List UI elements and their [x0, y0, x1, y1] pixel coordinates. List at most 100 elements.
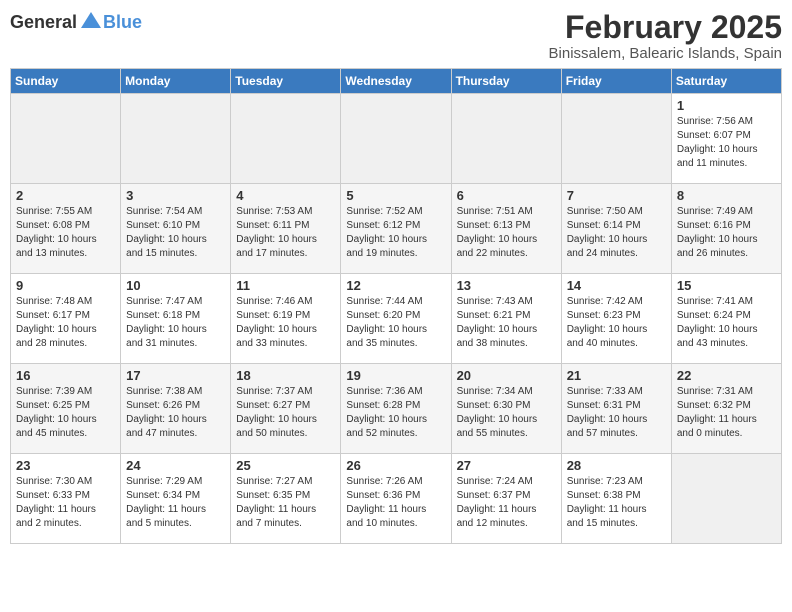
calendar-cell: 1 Sunrise: 7:56 AM Sunset: 6:07 PM Daylig…	[671, 94, 781, 184]
logo: General Blue	[10, 10, 142, 34]
day-number: 18	[236, 368, 335, 383]
day-number: 15	[677, 278, 776, 293]
calendar-cell	[451, 94, 561, 184]
day-number: 3	[126, 188, 225, 203]
day-number: 10	[126, 278, 225, 293]
calendar-cell: 15 Sunrise: 7:41 AM Sunset: 6:24 PM Dayli…	[671, 274, 781, 364]
day-info: Sunrise: 7:52 AM Sunset: 6:12 PM Dayligh…	[346, 205, 445, 261]
day-number: 24	[126, 458, 225, 473]
calendar-header-wednesday: Wednesday	[341, 69, 451, 94]
calendar-cell: 17 Sunrise: 7:38 AM Sunset: 6:26 PM Dayli…	[121, 364, 231, 454]
calendar-cell: 11Sunrise: 7:46 AM Sunset: 6:19 PM Dayli…	[231, 274, 341, 364]
day-number: 13	[457, 278, 556, 293]
day-number: 14	[567, 278, 666, 293]
calendar-cell: 18 Sunrise: 7:37 AM Sunset: 6:27 PM Dayli…	[231, 364, 341, 454]
day-number: 7	[567, 188, 666, 203]
day-info: Sunrise: 7:43 AM Sunset: 6:21 PM Dayligh…	[457, 295, 556, 351]
day-info: Sunrise: 7:41 AM Sunset: 6:24 PM Dayligh…	[677, 295, 776, 351]
logo-icon	[79, 10, 103, 34]
month-title: February 2025	[549, 10, 782, 45]
day-info: Sunrise: 7:37 AM Sunset: 6:27 PM Dayligh…	[236, 385, 335, 441]
calendar-cell: 9 Sunrise: 7:48 AM Sunset: 6:17 PM Daylig…	[11, 274, 121, 364]
calendar-cell: 22Sunrise: 7:31 AM Sunset: 6:32 PM Dayli…	[671, 364, 781, 454]
day-info: Sunrise: 7:47 AM Sunset: 6:18 PM Dayligh…	[126, 295, 225, 351]
day-number: 19	[346, 368, 445, 383]
day-info: Sunrise: 7:55 AM Sunset: 6:08 PM Dayligh…	[16, 205, 115, 261]
day-info: Sunrise: 7:24 AM Sunset: 6:37 PM Dayligh…	[457, 475, 556, 531]
calendar-cell: 2 Sunrise: 7:55 AM Sunset: 6:08 PM Daylig…	[11, 184, 121, 274]
calendar-cell: 25Sunrise: 7:27 AM Sunset: 6:35 PM Dayli…	[231, 454, 341, 544]
calendar-week-5: 23 Sunrise: 7:30 AM Sunset: 6:33 PM Dayli…	[11, 454, 782, 544]
calendar-cell: 20 Sunrise: 7:34 AM Sunset: 6:30 PM Dayli…	[451, 364, 561, 454]
day-number: 22	[677, 368, 776, 383]
day-info: Sunrise: 7:39 AM Sunset: 6:25 PM Dayligh…	[16, 385, 115, 441]
calendar-body: 1 Sunrise: 7:56 AM Sunset: 6:07 PM Daylig…	[11, 94, 782, 544]
calendar-cell	[671, 454, 781, 544]
day-info: Sunrise: 7:33 AM Sunset: 6:31 PM Dayligh…	[567, 385, 666, 441]
day-info: Sunrise: 7:56 AM Sunset: 6:07 PM Dayligh…	[677, 115, 776, 171]
day-info: Sunrise: 7:38 AM Sunset: 6:26 PM Dayligh…	[126, 385, 225, 441]
calendar-week-2: 2 Sunrise: 7:55 AM Sunset: 6:08 PM Daylig…	[11, 184, 782, 274]
day-info: Sunrise: 7:30 AM Sunset: 6:33 PM Dayligh…	[16, 475, 115, 531]
day-number: 23	[16, 458, 115, 473]
calendar-cell: 28 Sunrise: 7:23 AM Sunset: 6:38 PM Dayli…	[561, 454, 671, 544]
calendar-cell	[561, 94, 671, 184]
calendar-header-friday: Friday	[561, 69, 671, 94]
calendar-cell: 13 Sunrise: 7:43 AM Sunset: 6:21 PM Dayli…	[451, 274, 561, 364]
title-block: February 2025 Binissalem, Balearic Islan…	[549, 10, 782, 62]
day-info: Sunrise: 7:50 AM Sunset: 6:14 PM Dayligh…	[567, 205, 666, 261]
day-info: Sunrise: 7:48 AM Sunset: 6:17 PM Dayligh…	[16, 295, 115, 351]
day-number: 27	[457, 458, 556, 473]
day-number: 28	[567, 458, 666, 473]
logo-blue: Blue	[103, 12, 142, 33]
calendar-header-monday: Monday	[121, 69, 231, 94]
day-info: Sunrise: 7:23 AM Sunset: 6:38 PM Dayligh…	[567, 475, 666, 531]
day-number: 2	[16, 188, 115, 203]
calendar-cell: 5 Sunrise: 7:52 AM Sunset: 6:12 PM Daylig…	[341, 184, 451, 274]
day-info: Sunrise: 7:53 AM Sunset: 6:11 PM Dayligh…	[236, 205, 335, 261]
calendar-cell: 14 Sunrise: 7:42 AM Sunset: 6:23 PM Dayli…	[561, 274, 671, 364]
calendar-header-tuesday: Tuesday	[231, 69, 341, 94]
calendar-header-thursday: Thursday	[451, 69, 561, 94]
day-info: Sunrise: 7:49 AM Sunset: 6:16 PM Dayligh…	[677, 205, 776, 261]
day-number: 20	[457, 368, 556, 383]
calendar-cell	[231, 94, 341, 184]
day-number: 25	[236, 458, 335, 473]
calendar-cell: 26Sunrise: 7:26 AM Sunset: 6:36 PM Dayli…	[341, 454, 451, 544]
day-number: 1	[677, 98, 776, 113]
day-number: 9	[16, 278, 115, 293]
calendar-cell: 19 Sunrise: 7:36 AM Sunset: 6:28 PM Dayli…	[341, 364, 451, 454]
calendar-week-4: 16 Sunrise: 7:39 AM Sunset: 6:25 PM Dayli…	[11, 364, 782, 454]
day-info: Sunrise: 7:34 AM Sunset: 6:30 PM Dayligh…	[457, 385, 556, 441]
calendar-header-sunday: Sunday	[11, 69, 121, 94]
calendar-cell: 27 Sunrise: 7:24 AM Sunset: 6:37 PM Dayli…	[451, 454, 561, 544]
calendar-cell	[11, 94, 121, 184]
calendar-header-row: SundayMondayTuesdayWednesdayThursdayFrid…	[11, 69, 782, 94]
day-number: 17	[126, 368, 225, 383]
day-info: Sunrise: 7:46 AM Sunset: 6:19 PM Dayligh…	[236, 295, 335, 351]
calendar-cell	[341, 94, 451, 184]
day-info: Sunrise: 7:36 AM Sunset: 6:28 PM Dayligh…	[346, 385, 445, 441]
calendar-cell	[121, 94, 231, 184]
calendar-cell: 21 Sunrise: 7:33 AM Sunset: 6:31 PM Dayli…	[561, 364, 671, 454]
calendar-cell: 7 Sunrise: 7:50 AM Sunset: 6:14 PM Daylig…	[561, 184, 671, 274]
calendar-cell: 8 Sunrise: 7:49 AM Sunset: 6:16 PM Daylig…	[671, 184, 781, 274]
day-number: 16	[16, 368, 115, 383]
calendar-week-1: 1 Sunrise: 7:56 AM Sunset: 6:07 PM Daylig…	[11, 94, 782, 184]
logo-general: General	[10, 12, 77, 33]
calendar-table: SundayMondayTuesdayWednesdayThursdayFrid…	[10, 68, 782, 544]
day-number: 12	[346, 278, 445, 293]
day-number: 21	[567, 368, 666, 383]
day-number: 6	[457, 188, 556, 203]
calendar-header-saturday: Saturday	[671, 69, 781, 94]
day-number: 8	[677, 188, 776, 203]
calendar-cell: 10 Sunrise: 7:47 AM Sunset: 6:18 PM Dayli…	[121, 274, 231, 364]
day-number: 4	[236, 188, 335, 203]
day-info: Sunrise: 7:29 AM Sunset: 6:34 PM Dayligh…	[126, 475, 225, 531]
day-number: 26	[346, 458, 445, 473]
day-number: 5	[346, 188, 445, 203]
day-info: Sunrise: 7:44 AM Sunset: 6:20 PM Dayligh…	[346, 295, 445, 351]
calendar-cell: 24 Sunrise: 7:29 AM Sunset: 6:34 PM Dayli…	[121, 454, 231, 544]
day-info: Sunrise: 7:42 AM Sunset: 6:23 PM Dayligh…	[567, 295, 666, 351]
calendar-cell: 12 Sunrise: 7:44 AM Sunset: 6:20 PM Dayli…	[341, 274, 451, 364]
